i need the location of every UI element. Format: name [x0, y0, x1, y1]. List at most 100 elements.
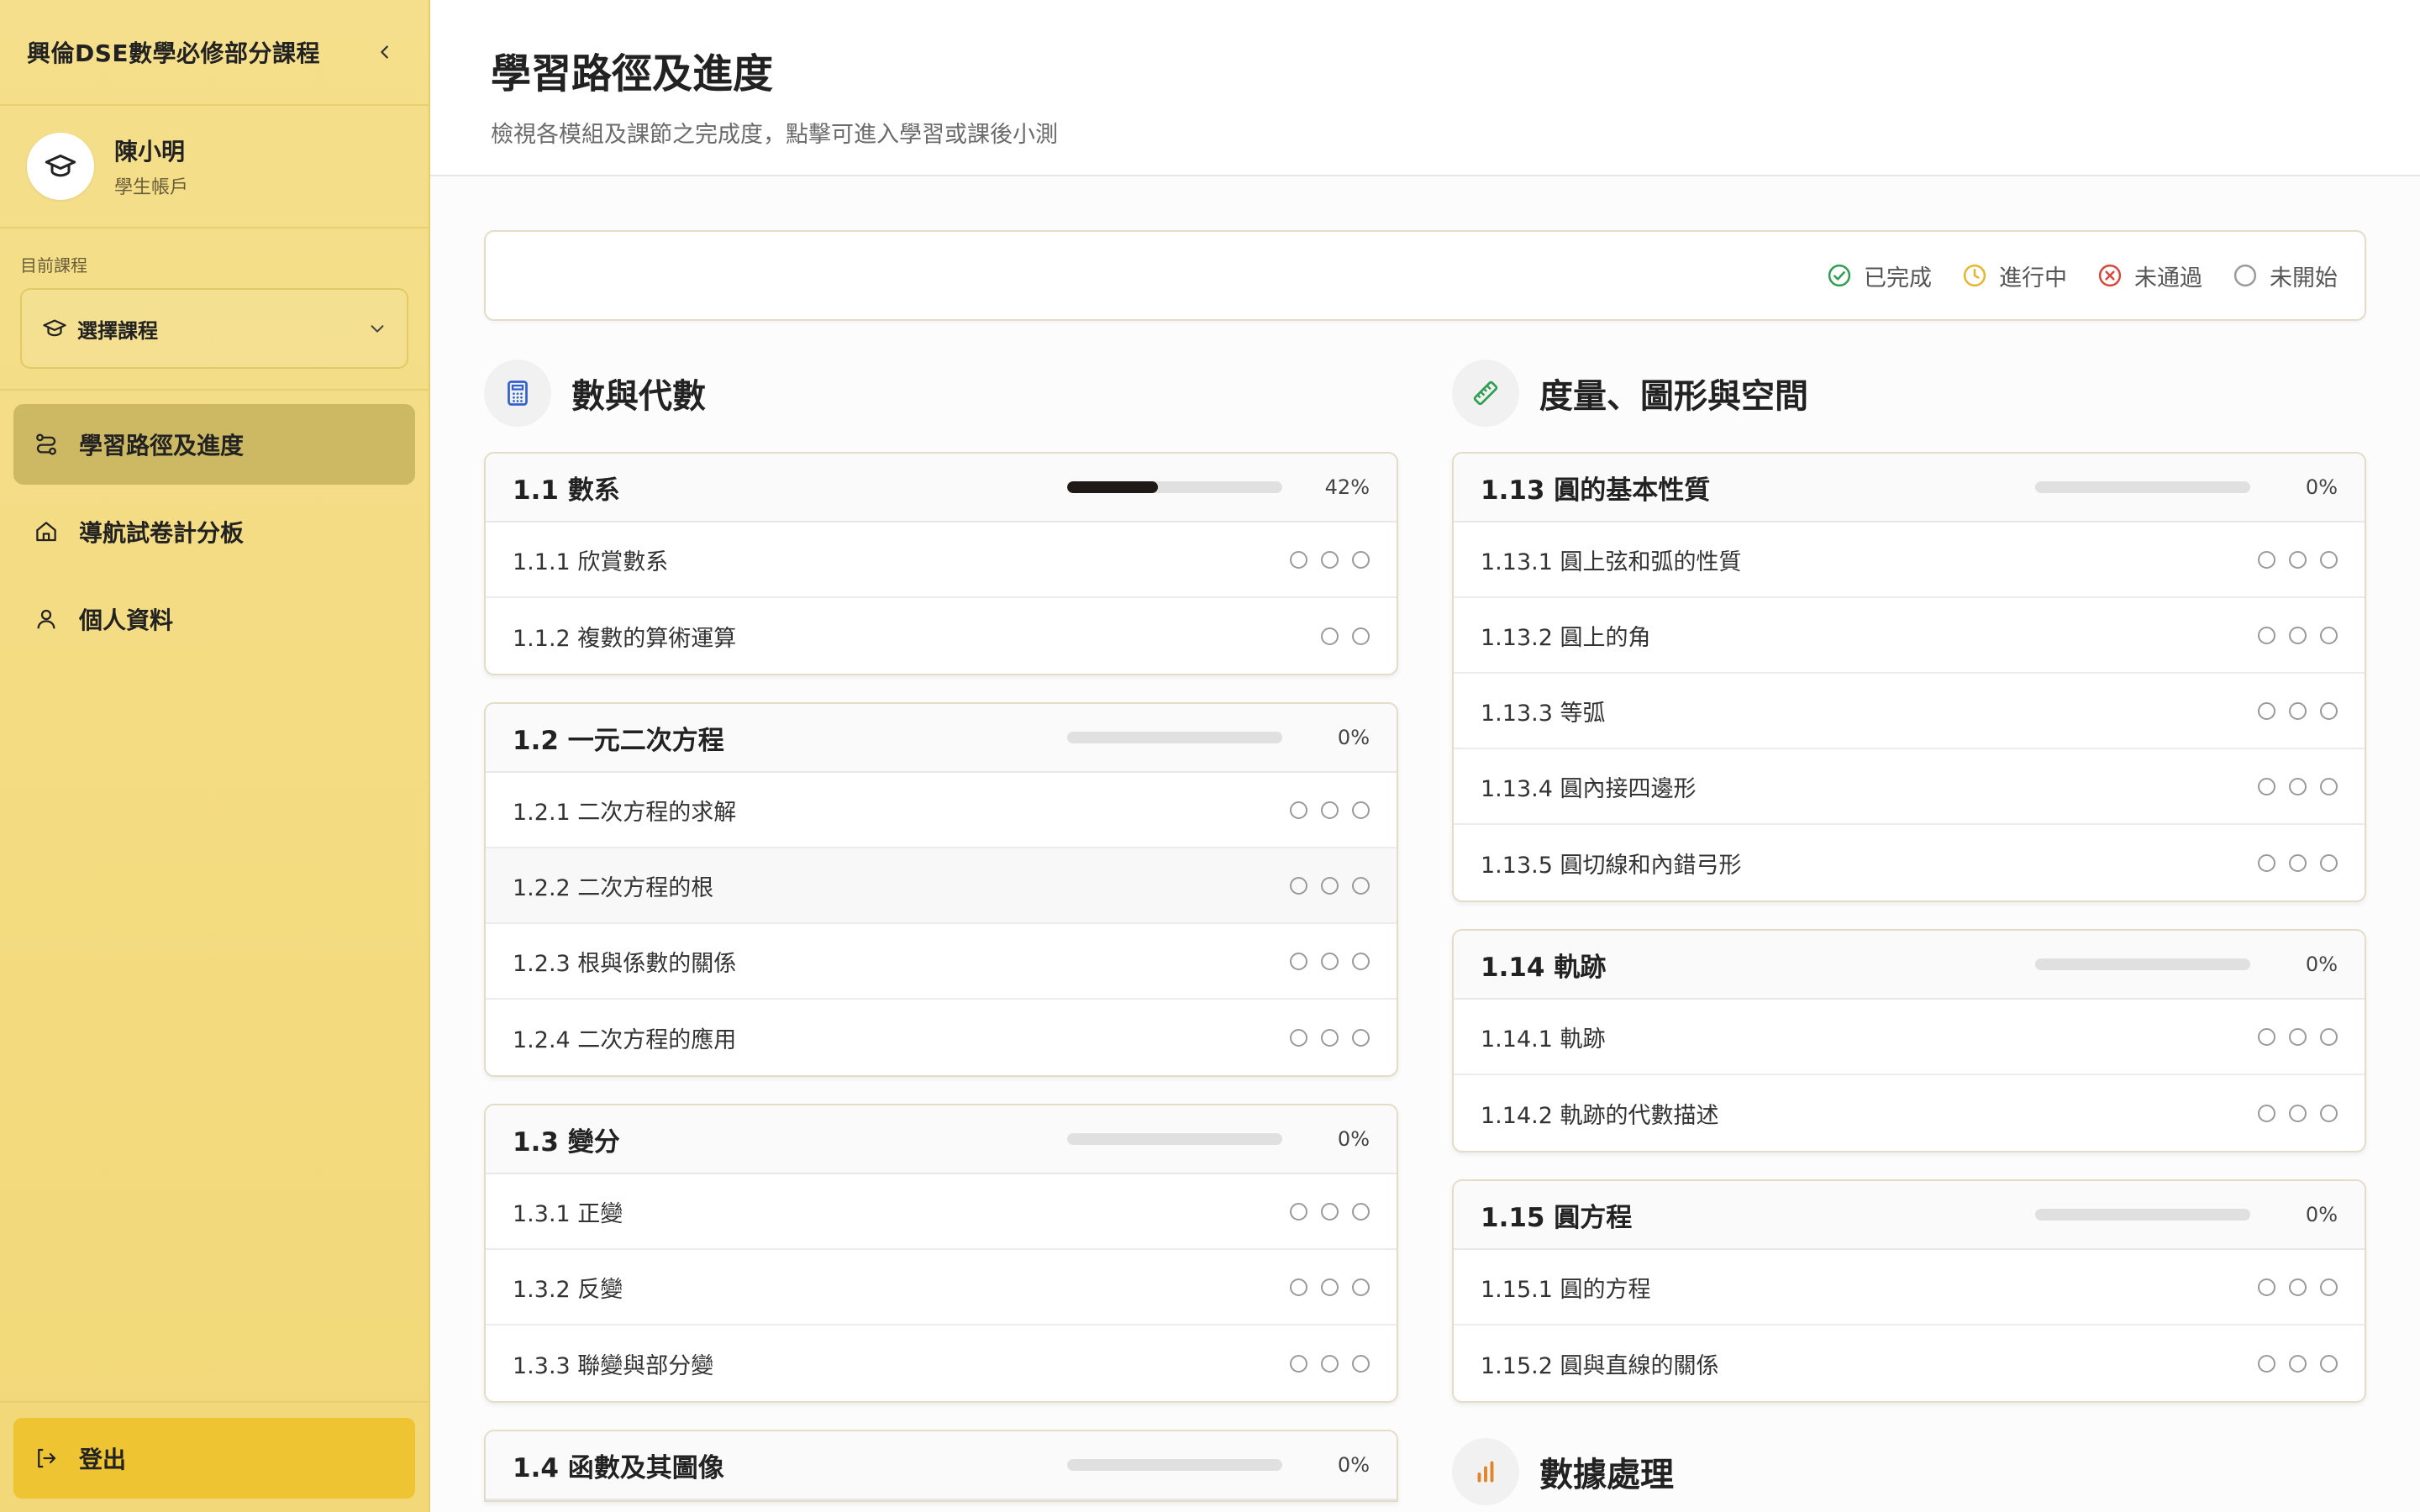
nav-label: 個人資料	[79, 606, 174, 634]
status-circle-icon	[2258, 1027, 2275, 1046]
lesson-label: 1.15.1 圓的方程	[1481, 1276, 1651, 1303]
status-circle-icon	[1321, 1202, 1339, 1221]
section-title: 度量、圖形與空間	[1539, 377, 1808, 416]
module-progress-bar	[2035, 1209, 2250, 1221]
status-circle-icon	[1321, 876, 1339, 895]
lesson-row[interactable]: 1.2.4 二次方程的應用	[486, 1000, 1397, 1075]
avatar	[27, 133, 94, 200]
lesson-label: 1.2.1 二次方程的求解	[513, 799, 737, 826]
lesson-row[interactable]: 1.14.1 軌跡	[1454, 1000, 2365, 1075]
sidebar-footer: 登出	[0, 1401, 429, 1512]
module-progress-percent: 0%	[1337, 726, 1370, 749]
page-subtitle: 檢視各模組及課節之完成度，點擊可進入學習或課後小測	[491, 122, 1058, 148]
status-circle-icon	[2320, 777, 2338, 795]
empty-circle-icon	[2233, 264, 2257, 287]
sidebar: 興倫DSE數學必修部分課程 陳小明 學生帳戶 目前課程 選擇課程 學習路徑及進度…	[0, 0, 430, 1512]
module-columns: 數與代數 1.1 數系 42% 1.1.1 欣賞數系 1.1.2 複數的算術運算 1.2…	[484, 358, 2366, 1512]
status-circle-icon	[2258, 1354, 2275, 1373]
status-circle-icon	[2258, 1104, 2275, 1122]
status-circle-icon	[1352, 876, 1370, 895]
module-title: 1.13 圓的基本性質	[1481, 475, 1711, 506]
nav-item-scoreboard[interactable]: 導航試卷計分板	[13, 491, 415, 572]
lesson-row[interactable]: 1.2.2 二次方程的根	[486, 848, 1397, 924]
section-header: 數據處理	[1452, 1436, 2366, 1507]
nav-item-learning-path[interactable]: 學習路徑及進度	[13, 404, 415, 485]
sidebar-nav: 學習路徑及進度 導航試卷計分板 個人資料	[0, 391, 429, 680]
lesson-status-dots	[2244, 1354, 2338, 1373]
lesson-row[interactable]: 1.13.1 圓上弦和弧的性質	[1454, 522, 2365, 598]
legend-completed: 已完成	[1827, 260, 1932, 292]
logout-label: 登出	[79, 1446, 127, 1473]
path-icon	[36, 433, 56, 455]
lesson-row[interactable]: 1.15.1 圓的方程	[1454, 1250, 2365, 1326]
legend-label: 已完成	[1864, 265, 1932, 291]
status-circle-icon	[2258, 777, 2275, 795]
module-header[interactable]: 1.13 圓的基本性質 0%	[1454, 454, 2365, 522]
lesson-row[interactable]: 1.3.2 反變	[486, 1250, 1397, 1326]
lesson-status-dots	[2244, 1104, 2338, 1122]
module-progress-bar	[1067, 1133, 1282, 1145]
clock-icon	[1963, 264, 1986, 287]
lesson-row[interactable]: 1.3.3 聯變與部分變	[486, 1326, 1397, 1401]
lesson-row[interactable]: 1.14.2 軌跡的代數描述	[1454, 1075, 2365, 1151]
module-header[interactable]: 1.3 變分 0%	[486, 1105, 1397, 1174]
lesson-row[interactable]: 1.13.3 等弧	[1454, 674, 2365, 749]
module-progress-bar	[1067, 732, 1282, 743]
lesson-row[interactable]: 1.1.1 欣賞數系	[486, 522, 1397, 598]
course-picker: 目前課程 選擇課程	[0, 228, 429, 391]
course-label: 目前課程	[20, 255, 87, 276]
status-circle-icon	[2320, 626, 2338, 644]
module-header[interactable]: 1.14 軌跡 0%	[1454, 931, 2365, 1000]
status-circle-icon	[1321, 801, 1339, 819]
nav-item-profile[interactable]: 個人資料	[13, 579, 415, 659]
status-circle-icon	[2258, 853, 2275, 872]
lesson-row[interactable]: 1.1.2 複數的算術運算	[486, 598, 1397, 674]
status-circle-icon	[2320, 1027, 2338, 1046]
lesson-label: 1.2.2 二次方程的根	[513, 874, 714, 901]
module-header[interactable]: 1.2 一元二次方程 0%	[486, 704, 1397, 773]
chevron-left-icon	[381, 45, 388, 59]
status-circle-icon	[1352, 1202, 1370, 1221]
status-circle-icon	[1352, 627, 1370, 645]
page-header: 學習路徑及進度 檢視各模組及課節之完成度，點擊可進入學習或課後小測	[430, 0, 2420, 176]
logout-icon	[38, 1448, 56, 1468]
status-circle-icon	[2320, 1278, 2338, 1296]
lesson-label: 1.13.2 圓上的角	[1481, 624, 1651, 651]
collapse-sidebar-button[interactable]	[368, 35, 402, 69]
status-circle-icon	[2258, 1278, 2275, 1296]
course-select-value: 選擇課程	[77, 318, 158, 343]
module-header[interactable]: 1.1 數系 42%	[486, 454, 1397, 522]
lesson-row[interactable]: 1.2.1 二次方程的求解	[486, 773, 1397, 848]
module-card: 1.2 一元二次方程 0% 1.2.1 二次方程的求解 1.2.2 二次方程的根 1.2…	[484, 702, 1398, 1077]
lesson-row[interactable]: 1.15.2 圓與直線的關係	[1454, 1326, 2365, 1401]
module-title: 1.3 變分	[513, 1126, 620, 1158]
status-circle-icon	[2289, 1354, 2307, 1373]
lesson-status-dots	[1276, 876, 1370, 895]
lesson-label: 1.14.2 軌跡的代數描述	[1481, 1102, 1719, 1129]
logout-button[interactable]: 登出	[13, 1418, 415, 1499]
status-circle-icon	[2289, 777, 2307, 795]
lesson-row[interactable]: 1.2.3 根與係數的關係	[486, 924, 1397, 1000]
lesson-label: 1.15.2 圓與直線的關係	[1481, 1352, 1719, 1379]
module-header[interactable]: 1.15 圓方程 0%	[1454, 1181, 2365, 1250]
status-circle-icon	[2320, 853, 2338, 872]
lesson-row[interactable]: 1.3.1 正變	[486, 1174, 1397, 1250]
lesson-row[interactable]: 1.13.4 圓內接四邊形	[1454, 749, 2365, 825]
section-title: 數據處理	[1539, 1456, 1674, 1494]
status-circle-icon	[1321, 1354, 1339, 1373]
lesson-status-dots	[2244, 550, 2338, 569]
course-select[interactable]: 選擇課程	[20, 288, 408, 369]
section-header: 度量、圖形與空間	[1452, 358, 2366, 428]
lesson-row[interactable]: 1.13.2 圓上的角	[1454, 598, 2365, 674]
module-header[interactable]: 1.4 函數及其圖像 0%	[486, 1431, 1397, 1500]
lesson-status-dots	[1276, 1278, 1370, 1296]
lesson-label: 1.13.5 圓切線和內錯弓形	[1481, 852, 1742, 879]
calculator-icon	[484, 360, 551, 427]
lesson-status-dots	[2244, 626, 2338, 644]
lesson-row[interactable]: 1.13.5 圓切線和內錯弓形	[1454, 825, 2365, 900]
status-circle-icon	[1352, 1278, 1370, 1296]
module-card: 1.3 變分 0% 1.3.1 正變 1.3.2 反變 1.3.3 聯變與部分變	[484, 1104, 1398, 1403]
module-progress-percent: 42%	[1324, 475, 1370, 499]
content-area: 已完成 進行中 未通過 未開始 數與代數 1.1 數系 42% 1.1.1 欣賞…	[484, 230, 2366, 1512]
status-circle-icon	[1321, 952, 1339, 970]
